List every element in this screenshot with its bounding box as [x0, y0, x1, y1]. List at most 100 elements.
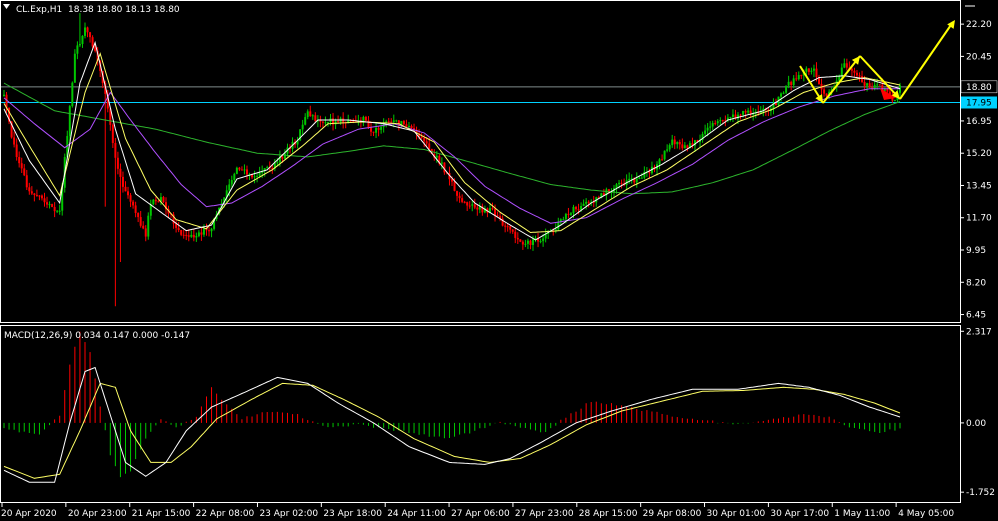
candle-body: [463, 201, 466, 203]
ohlc-readout: 18.38 18.80 18.13 18.80: [68, 5, 180, 15]
candle-body: [154, 199, 157, 202]
candle-body: [197, 232, 200, 237]
candle-body: [127, 191, 130, 196]
candle-body: [843, 63, 846, 68]
candle-body: [235, 167, 238, 174]
candle-body: [200, 232, 203, 235]
candle-body: [134, 205, 137, 213]
candle-body: [392, 120, 395, 122]
candle-body: [542, 238, 545, 242]
candle-body: [46, 202, 49, 205]
chart-window[interactable]: CL.Exp,H1 18.38 18.80 18.13 18.80 MACD(1…: [0, 0, 998, 521]
candle-body: [114, 143, 117, 158]
price-tick-label: 6.45: [966, 311, 986, 321]
candle-body: [68, 106, 71, 136]
candle-body: [729, 116, 732, 118]
candle-body: [147, 215, 150, 237]
candle-body: [91, 37, 94, 47]
candle-body: [380, 127, 383, 130]
candle-body: [711, 123, 714, 127]
candle-body: [714, 123, 717, 125]
candle-body: [785, 85, 788, 93]
candle-body: [825, 93, 828, 96]
candle-body: [281, 156, 284, 159]
time-tick-label: 4 May 05:00: [898, 509, 954, 519]
candle-body: [228, 184, 231, 191]
candle-body: [20, 163, 23, 169]
price-tick-label: 11.70: [966, 214, 992, 224]
candle-body: [116, 157, 119, 169]
candle-body: [810, 70, 813, 72]
candle-body: [387, 121, 390, 123]
candle-body: [468, 205, 471, 207]
candle-body: [792, 78, 795, 86]
candle-body: [402, 121, 405, 125]
candle-body: [529, 240, 532, 245]
price-tick-label: 13.45: [966, 181, 992, 191]
candle-body: [157, 201, 160, 203]
candle-body: [562, 219, 565, 221]
macd-tick-label: 0.00: [966, 419, 986, 429]
candle-body: [13, 137, 16, 145]
candle-body: [582, 203, 585, 207]
candle-body: [585, 201, 588, 204]
candle-body: [747, 110, 750, 113]
candle-body: [89, 32, 92, 38]
candle-body: [845, 63, 848, 68]
candle-body: [569, 213, 572, 215]
price-tick-label: 9.95: [966, 246, 986, 256]
candle-body: [364, 116, 367, 121]
candle-body: [370, 127, 373, 132]
candle-body: [739, 114, 742, 116]
price-tick-label: 15.20: [966, 149, 992, 159]
candle-body: [686, 145, 689, 149]
candle-body: [208, 230, 211, 232]
price-tick-label: 16.95: [966, 117, 992, 127]
candle-body: [620, 182, 623, 184]
candle-body: [572, 206, 575, 214]
candle-body: [162, 197, 165, 203]
candle-body: [539, 241, 542, 243]
candle-body: [71, 82, 74, 107]
candle-body: [230, 180, 233, 185]
candle-body: [245, 169, 248, 175]
candle-body: [731, 114, 734, 117]
time-tick-label: 27 Apr 23:00: [515, 509, 574, 519]
candle-body: [385, 121, 388, 123]
candle-body: [509, 226, 512, 230]
candle-body: [453, 181, 456, 191]
candle-body: [233, 173, 236, 181]
time-tick-label: 22 Apr 08:00: [196, 509, 255, 519]
candle-body: [321, 121, 324, 123]
candle-body: [868, 83, 871, 88]
candle-body: [124, 186, 127, 192]
level-price-label: 17.95: [966, 98, 992, 108]
time-tick-label: 23 Apr 18:00: [323, 509, 382, 519]
candle-body: [40, 195, 43, 199]
candle-body: [886, 89, 889, 92]
candle-body: [815, 68, 818, 77]
candle-body: [78, 43, 81, 46]
candle-body: [866, 83, 869, 86]
candle-body: [435, 155, 438, 158]
candle-body: [473, 204, 476, 208]
candle-body: [661, 159, 664, 161]
candle-body: [58, 210, 61, 212]
candle-body: [30, 191, 33, 194]
chart-background: [0, 0, 998, 521]
time-tick-label: 24 Apr 11:00: [387, 509, 446, 519]
candle-body: [506, 226, 509, 228]
candle-body: [76, 45, 79, 54]
candle-body: [190, 234, 193, 237]
candle-body: [774, 103, 777, 105]
candle-body: [238, 167, 241, 170]
candle-body: [519, 239, 522, 242]
candle-body: [858, 75, 861, 77]
price-tick-label: 22.20: [966, 20, 992, 30]
candle-body: [182, 234, 185, 236]
candle-body: [823, 89, 826, 94]
candle-body: [177, 227, 180, 230]
candle-body: [243, 169, 246, 171]
candle-body: [853, 70, 856, 73]
macd-tick-label: -1.752: [966, 488, 995, 498]
